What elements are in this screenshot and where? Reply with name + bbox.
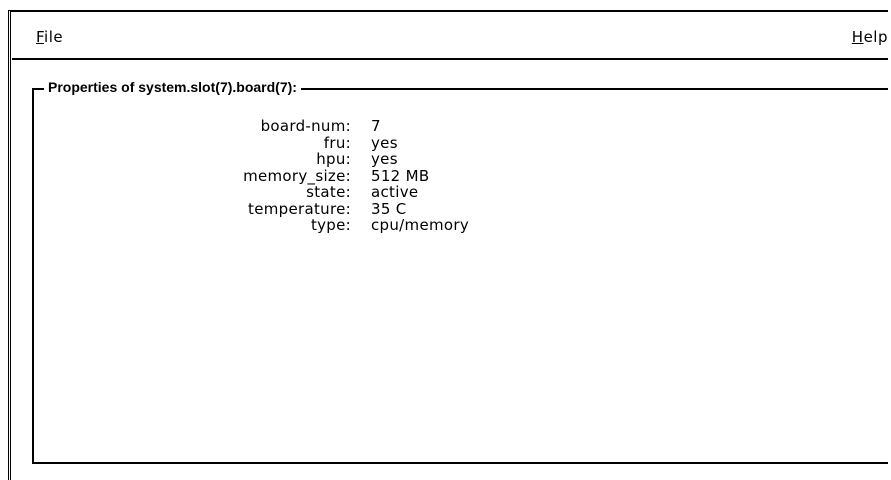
property-row-memory-size: memory_size: 512 MB bbox=[0, 166, 700, 185]
property-value: 512 MB bbox=[371, 166, 430, 185]
properties-group-title: Properties of system.slot(7).board(7): bbox=[44, 78, 301, 96]
property-key: temperature: bbox=[248, 199, 351, 218]
property-row-temperature: temperature: 35 C bbox=[0, 199, 700, 218]
property-key: hpu: bbox=[316, 150, 351, 168]
properties-list: board-num: 7 fru: yes hpu: yes memory_si… bbox=[0, 118, 700, 234]
menubar: File Help bbox=[12, 14, 888, 54]
property-key: type: bbox=[310, 216, 351, 234]
property-row-fru: fru: yes bbox=[0, 133, 700, 152]
property-value: active bbox=[371, 183, 419, 201]
menu-help[interactable]: Help bbox=[852, 28, 888, 46]
property-key: board-num: bbox=[260, 117, 351, 135]
property-row-hpu: hpu: yes bbox=[0, 151, 700, 168]
property-row-board-num: board-num: 7 bbox=[0, 118, 700, 135]
property-value: cpu/memory bbox=[371, 216, 470, 234]
menu-help-label-rest: elp bbox=[863, 28, 888, 46]
properties-window: File Help Properties of system.slot(7).b… bbox=[0, 0, 891, 480]
menu-file[interactable]: File bbox=[36, 28, 63, 46]
property-value: 35 C bbox=[371, 199, 407, 218]
property-key: memory_size: bbox=[243, 166, 351, 185]
property-key: state: bbox=[306, 183, 351, 201]
property-row-type: type: cpu/memory bbox=[0, 217, 700, 234]
menu-help-mnemonic: H bbox=[851, 28, 864, 46]
menu-file-label-rest: ile bbox=[44, 28, 64, 46]
property-value: 7 bbox=[371, 117, 381, 135]
property-row-state: state: active bbox=[0, 184, 700, 201]
property-value: yes bbox=[371, 150, 398, 168]
menu-file-mnemonic: F bbox=[36, 28, 45, 46]
menubar-divider bbox=[12, 58, 888, 60]
property-key: fru: bbox=[323, 133, 351, 152]
property-value: yes bbox=[371, 133, 398, 152]
